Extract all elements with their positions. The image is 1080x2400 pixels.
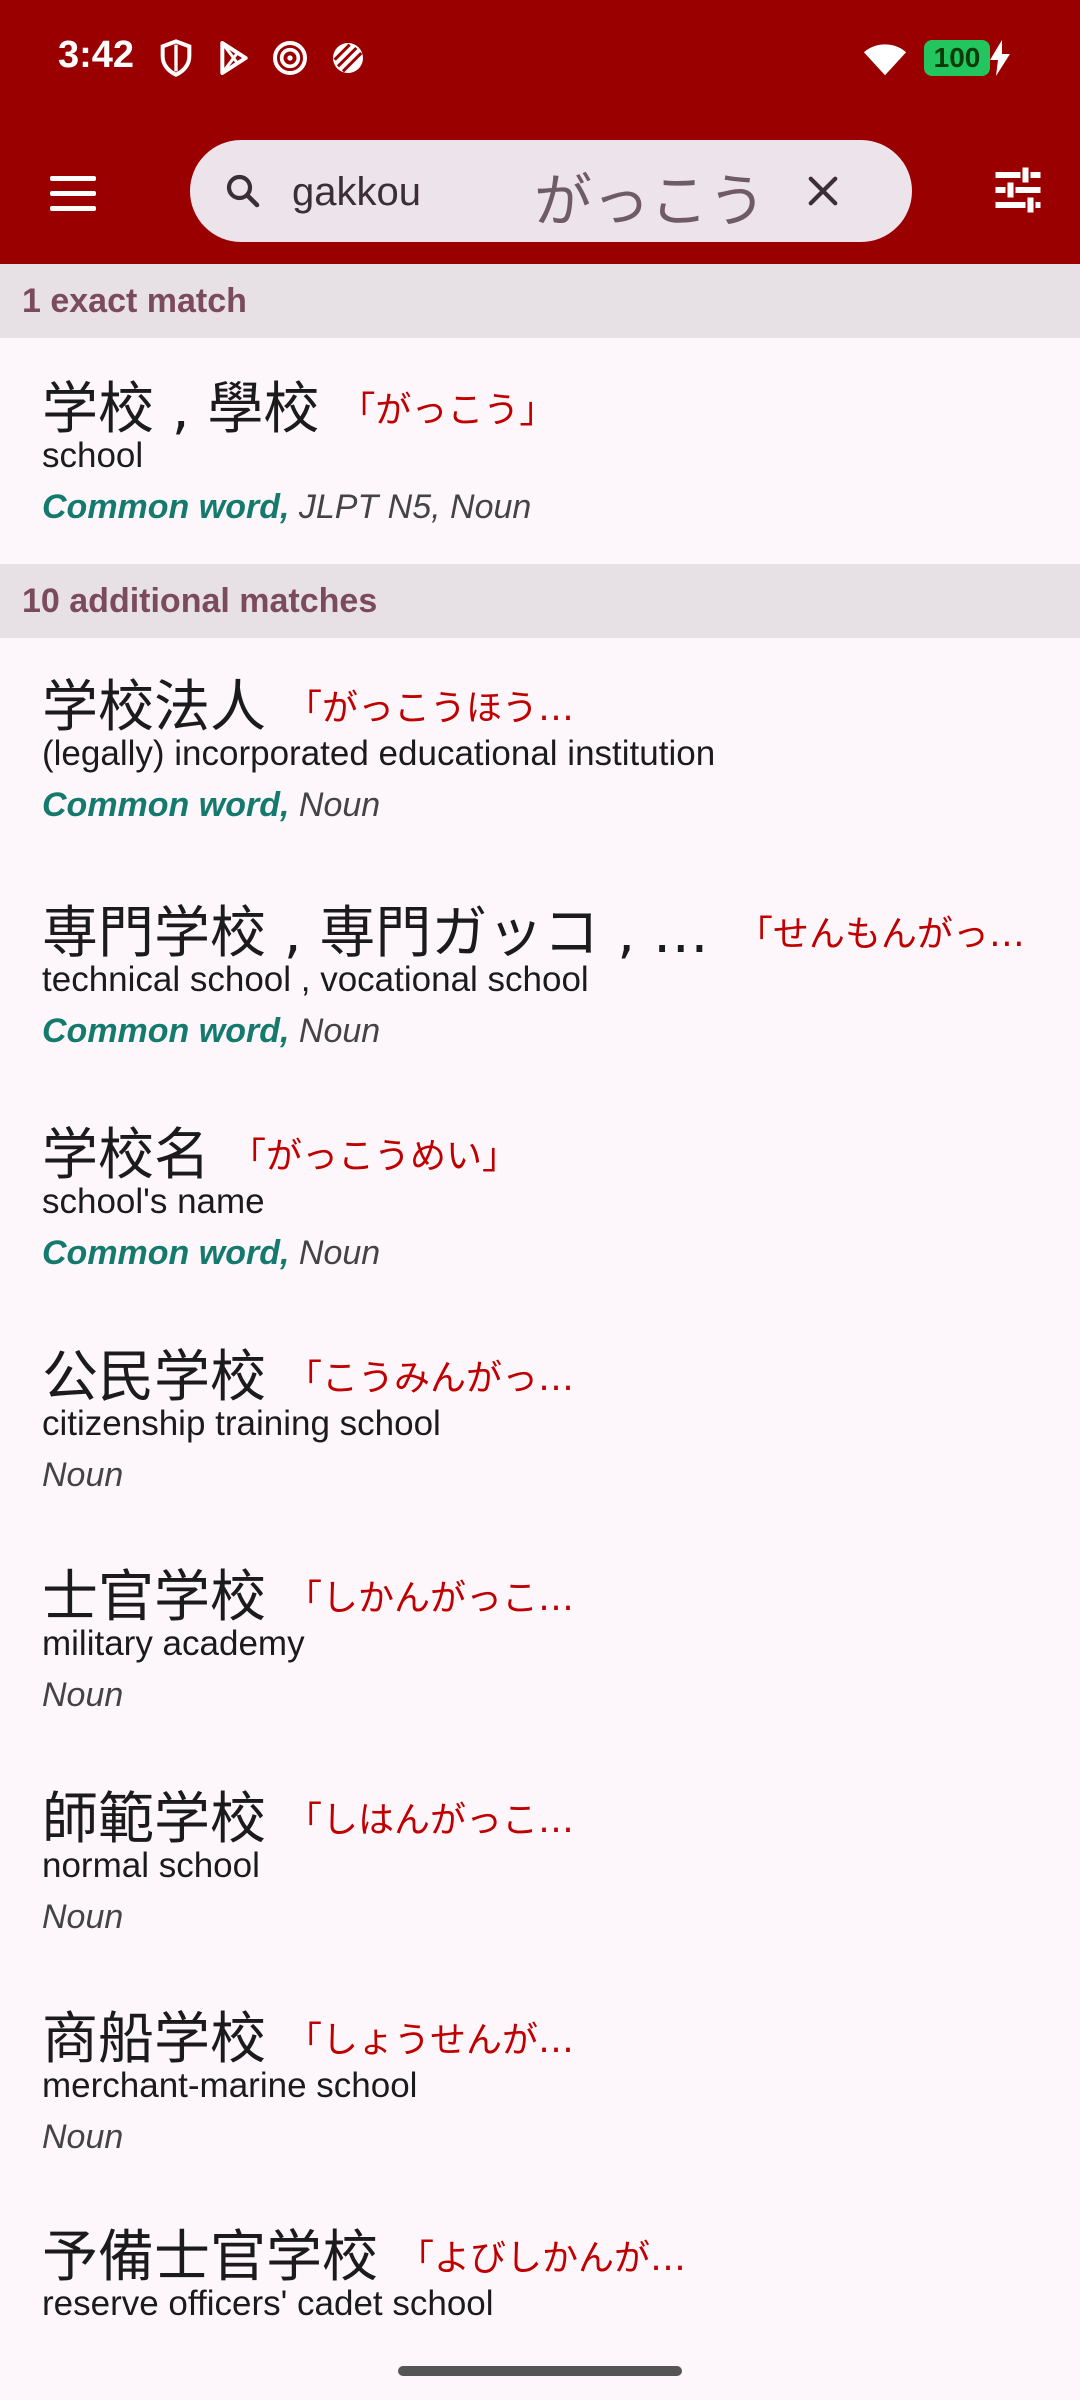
entry-word: 師範学校 「しはんがっこ… — [42, 1787, 575, 1852]
list-item[interactable]: 学校名 「がっこうめい」 school's name Common word, N… — [0, 1110, 1080, 1320]
entry-word: 商船学校 「しょうせんが… — [42, 2007, 575, 2072]
section-header-additional: 10 additional matches — [0, 564, 1080, 638]
section-header-exact: 1 exact match — [0, 264, 1080, 338]
entry-meaning: reserve officers' cadet school — [42, 2284, 494, 2323]
entry-meaning: military academy — [42, 1624, 305, 1663]
entry-word: 専門学校 , 専門ガッコ , … 「せんもんがっ… — [42, 901, 1025, 966]
app-bar: 3:42 100 がっこう — [0, 0, 1080, 264]
entry-meaning: (legally) incorporated educational insti… — [42, 734, 716, 773]
search-icon — [222, 170, 264, 212]
search-bar[interactable]: がっこう — [190, 140, 912, 242]
hamburger-menu-icon[interactable] — [44, 164, 104, 224]
entry-tags: Common word, JLPT N5, Noun — [42, 488, 532, 526]
spiral-app-icon — [270, 38, 310, 78]
entry-meaning: school — [42, 436, 144, 475]
status-bar: 3:42 100 — [0, 0, 1080, 118]
entry-tags: Noun — [42, 1676, 124, 1714]
search-kana-preview: がっこう — [534, 167, 767, 235]
status-time: 3:42 — [58, 34, 135, 76]
list-item[interactable]: 公民学校 「こうみんがっ… citizenship training school… — [0, 1332, 1080, 1542]
entry-meaning: school's name — [42, 1182, 265, 1221]
entry-word: 公民学校 「こうみんがっ… — [42, 1345, 575, 1410]
entry-word: 士官学校 「しかんがっこ… — [42, 1565, 575, 1630]
play-store-icon — [214, 38, 254, 78]
entry-word: 予備士官学校 「よびしかんが… — [42, 2225, 687, 2290]
entry-tags: Common word, Noun — [42, 786, 381, 824]
entry-reading: 「よびしかんが… — [398, 2238, 687, 2279]
entry-meaning: technical school , vocational school — [42, 960, 589, 999]
entry-tags: Common word, Noun — [42, 1234, 381, 1272]
list-item[interactable]: 士官学校 「しかんがっこ… military academy Noun — [0, 1552, 1080, 1762]
charging-bolt-icon — [990, 40, 1010, 76]
entry-word: 学校 , 學校 「がっこう」 — [42, 377, 556, 442]
entry-word: 学校名 「がっこうめい」 — [42, 1123, 519, 1188]
striped-ball-icon — [328, 38, 368, 78]
tune-icon[interactable] — [988, 160, 1048, 220]
entry-tags: Noun — [42, 1456, 124, 1494]
list-item[interactable]: 学校法人 「がっこうほう… (legally) incorporated educ… — [0, 662, 1080, 872]
entry-reading: 「しょうせんが… — [286, 2020, 575, 2061]
entry-word: 学校法人 「がっこうほう… — [42, 675, 575, 740]
entry-reading: 「せんもんがっ… — [736, 914, 1025, 955]
entry-tags: Common word, Noun — [42, 1012, 381, 1050]
list-item[interactable]: 予備士官学校 「よびしかんが… reserve officers' cadet s… — [0, 2212, 1080, 2362]
list-item[interactable]: 専門学校 , 専門ガッコ , … 「せんもんがっ… technical schoo… — [0, 888, 1080, 1098]
entry-reading: 「しはんがっこ… — [286, 1800, 575, 1841]
battery-indicator: 100 — [924, 40, 990, 76]
close-icon[interactable] — [802, 170, 844, 212]
search-input[interactable] — [290, 162, 514, 222]
entry-tags: Noun — [42, 1898, 124, 1936]
entry-tags: Noun — [42, 2118, 124, 2156]
wifi-icon — [862, 38, 908, 78]
entry-meaning: citizenship training school — [42, 1404, 441, 1443]
entry-reading: 「がっこう」 — [339, 390, 556, 431]
entry-reading: 「がっこうめい」 — [230, 1136, 519, 1177]
entry-reading: 「がっこうほう… — [286, 688, 575, 729]
shield-icon — [156, 38, 196, 78]
list-item[interactable]: 師範学校 「しはんがっこ… normal school Noun — [0, 1774, 1080, 1984]
entry-meaning: merchant-marine school — [42, 2066, 418, 2105]
entry-reading: 「しかんがっこ… — [286, 1578, 575, 1619]
entry-meaning: normal school — [42, 1846, 260, 1885]
gesture-home-bar[interactable] — [398, 2366, 682, 2376]
entry-reading: 「こうみんがっ… — [286, 1358, 575, 1399]
list-item[interactable]: 商船学校 「しょうせんが… merchant-marine school Noun — [0, 1994, 1080, 2204]
list-item[interactable]: 学校 , 學校 「がっこう」 school Common word, JLPT N… — [0, 364, 1080, 564]
